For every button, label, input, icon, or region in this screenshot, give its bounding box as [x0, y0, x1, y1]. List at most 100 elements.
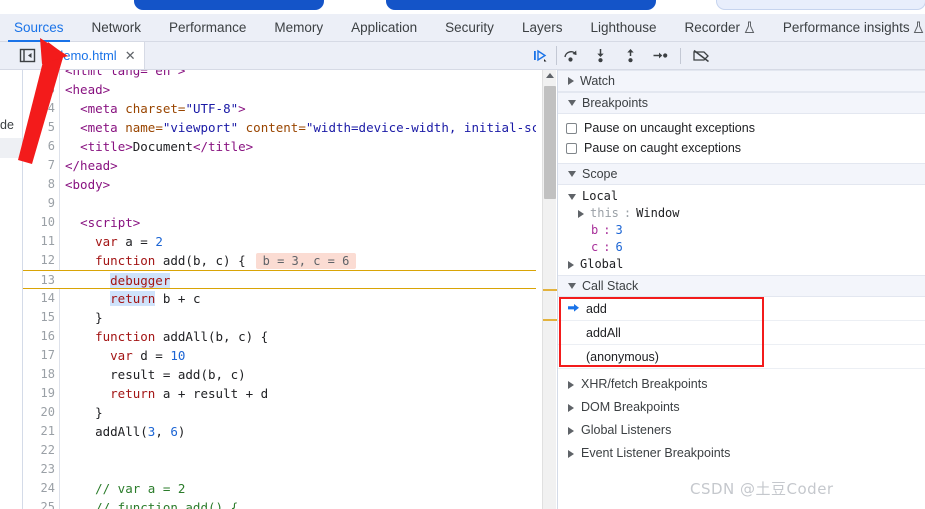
browser-tab-2[interactable] — [386, 0, 656, 10]
code-line[interactable]: 25 // function add() { — [23, 498, 536, 509]
code-line[interactable]: 16 function addAll(b, c) { — [23, 327, 536, 346]
scope-entry-this[interactable]: this: Window — [558, 205, 925, 222]
section-global-listeners[interactable]: Global Listeners — [558, 419, 925, 442]
code-line[interactable]: 23 — [23, 460, 536, 479]
line-number[interactable]: 23 — [23, 460, 55, 479]
code-line[interactable]: 8 <body> — [23, 175, 536, 194]
show-navigator-icon[interactable] — [18, 47, 36, 64]
line-number[interactable]: 5 — [23, 118, 55, 137]
browser-tab-1[interactable] — [134, 0, 324, 10]
call-stack-frame-add[interactable]: add — [558, 297, 925, 321]
line-number[interactable]: 14 — [23, 289, 55, 308]
tab-network[interactable]: Network — [78, 14, 156, 42]
scope-entry-c[interactable]: c: 6 — [558, 239, 925, 256]
checkbox-unchecked-icon[interactable] — [566, 122, 577, 134]
code-line[interactable]: 2 <html lang="en"> — [23, 70, 536, 80]
line-number[interactable]: 3 — [23, 80, 55, 99]
code-line[interactable]: 15 } — [23, 308, 536, 327]
tab-performance[interactable]: Performance — [155, 14, 260, 42]
scope-group-global[interactable]: Global — [558, 256, 925, 273]
line-number[interactable]: 18 — [23, 365, 55, 384]
code-line[interactable]: 17 var d = 10 — [23, 346, 536, 365]
line-number[interactable]: 24 — [23, 479, 55, 498]
line-number[interactable]: 10 — [23, 213, 55, 232]
code-line[interactable]: 10 <script> — [23, 213, 536, 232]
call-stack-frame-anonymous[interactable]: (anonymous) — [558, 345, 925, 369]
code-line[interactable]: 21 addAll(3, 6) — [23, 422, 536, 441]
line-number[interactable]: 21 — [23, 422, 55, 441]
editor-scrollbar[interactable] — [542, 70, 557, 509]
line-number[interactable]: 2 — [23, 70, 55, 80]
code-line[interactable]: 7 </head> — [23, 156, 536, 175]
tab-lighthouse[interactable]: Lighthouse — [576, 14, 670, 42]
deactivate-breakpoints-icon[interactable] — [686, 42, 716, 69]
code-line[interactable]: 22 — [23, 441, 536, 460]
code-line[interactable]: 24 // var a = 2 — [23, 479, 536, 498]
tab-security[interactable]: Security — [431, 14, 508, 42]
browser-tab-3[interactable] — [716, 0, 925, 10]
line-number[interactable]: 16 — [23, 327, 55, 346]
section-watch[interactable]: Watch — [558, 70, 925, 92]
line-number[interactable]: 9 — [23, 194, 55, 213]
line-number[interactable]: 15 — [23, 308, 55, 327]
tab-performance-label: Performance — [169, 19, 247, 35]
tab-memory[interactable]: Memory — [260, 14, 337, 42]
code-line[interactable]: 6 <title>Document</title> — [23, 137, 536, 156]
call-stack-body: add addAll (anonymous) — [558, 297, 925, 369]
line-number[interactable]: 25 — [23, 498, 55, 509]
code-line[interactable]: 18 result = add(b, c) — [23, 365, 536, 384]
pause-on-uncaught-exceptions-row[interactable]: Pause on uncaught exceptions — [558, 118, 925, 138]
line-number[interactable]: 12 — [23, 251, 55, 270]
line-number[interactable]: 11 — [23, 232, 55, 251]
code-line[interactable]: 5 <meta name="viewport" content="width=d… — [23, 118, 536, 137]
line-number[interactable]: 7 — [23, 156, 55, 175]
code-line[interactable]: 13 debugger — [23, 270, 536, 289]
section-dom-breakpoints[interactable]: DOM Breakpoints — [558, 396, 925, 419]
line-number[interactable]: 8 — [23, 175, 55, 194]
checkbox-unchecked-icon[interactable] — [566, 142, 577, 154]
code-line[interactable]: 3 <head> — [23, 80, 536, 99]
code-line[interactable]: 9 — [23, 194, 536, 213]
line-number[interactable]: 22 — [23, 441, 55, 460]
tab-layers[interactable]: Layers — [508, 14, 577, 42]
code-line[interactable]: 19 return a + result + d — [23, 384, 536, 403]
code-line[interactable]: 12 function add(b, c) {b = 3, c = 6 — [23, 251, 536, 270]
section-xhr-fetch-breakpoints[interactable]: XHR/fetch Breakpoints — [558, 373, 925, 396]
line-number[interactable]: 20 — [23, 403, 55, 422]
step-out-icon[interactable] — [615, 42, 645, 69]
section-call-stack[interactable]: Call Stack — [558, 275, 925, 297]
line-number[interactable]: 6 — [23, 137, 55, 156]
file-tab-demo-html[interactable]: demo.html ✕ — [46, 42, 145, 69]
code-line[interactable]: 14 return b + c — [23, 289, 536, 308]
code-token: var — [95, 234, 118, 249]
code-editor[interactable]: 2 <html lang="en"> 3 <head> 4 <meta charset=… — [23, 70, 536, 509]
step-over-icon[interactable] — [555, 42, 585, 69]
scroll-up-icon[interactable] — [546, 73, 554, 78]
tab-performance-insights[interactable]: Performance insights — [769, 14, 925, 42]
resume-icon[interactable] — [525, 42, 555, 69]
close-icon[interactable]: ✕ — [125, 42, 136, 69]
tab-recorder[interactable]: Recorder — [671, 14, 769, 42]
step-icon[interactable] — [645, 42, 675, 69]
tab-sources[interactable]: Sources — [0, 14, 78, 42]
call-stack-frame-addall[interactable]: addAll — [558, 321, 925, 345]
section-event-listener-breakpoints[interactable]: Event Listener Breakpoints — [558, 442, 925, 465]
code-line[interactable]: 20 } — [23, 403, 536, 422]
scope-entry-b[interactable]: b: 3 — [558, 222, 925, 239]
code-line[interactable]: 11 var a = 2 — [23, 232, 536, 251]
line-number[interactable]: 17 — [23, 346, 55, 365]
step-into-icon[interactable] — [585, 42, 615, 69]
scope-group-local[interactable]: Local — [558, 188, 925, 205]
tab-performance-insights-label: Performance insights — [782, 19, 910, 35]
line-number[interactable]: 13 — [23, 271, 55, 290]
scrollbar-thumb[interactable] — [544, 86, 556, 199]
line-number[interactable]: 19 — [23, 384, 55, 403]
tab-application[interactable]: Application — [337, 14, 431, 42]
section-scope[interactable]: Scope — [558, 163, 925, 185]
pause-on-caught-exceptions-row[interactable]: Pause on caught exceptions — [558, 138, 925, 158]
code-line[interactable]: 4 <meta charset="UTF-8"> — [23, 99, 536, 118]
line-number[interactable]: 4 — [23, 99, 55, 118]
section-breakpoints[interactable]: Breakpoints — [558, 92, 925, 114]
